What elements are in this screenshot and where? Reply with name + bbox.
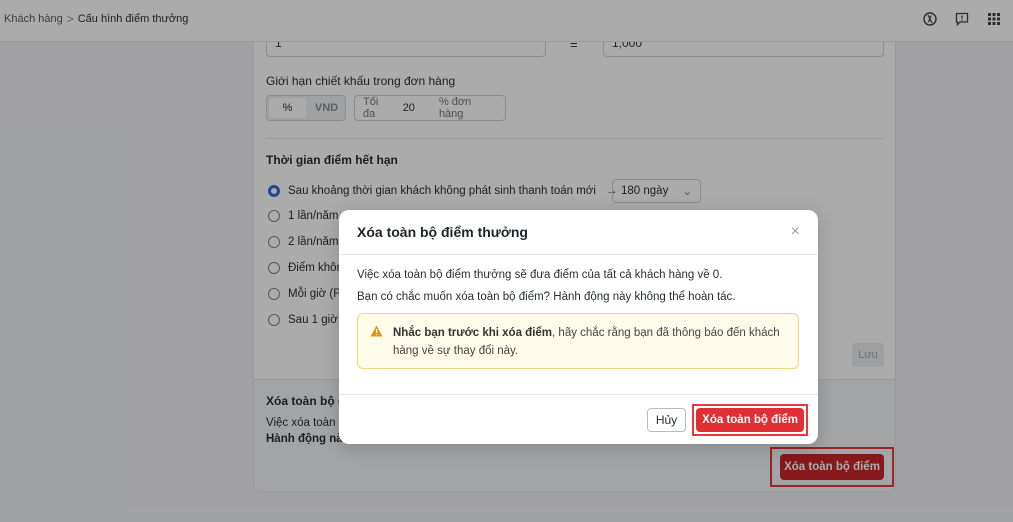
warning-bold: Nhắc bạn trước khi xóa điểm [393, 327, 553, 339]
dialog-title: Xóa toàn bộ điểm thưởng [357, 224, 528, 240]
confirm-button-highlight: Xóa toàn bộ điểm [692, 403, 808, 436]
dialog-footer: Hủy Xóa toàn bộ điểm [339, 394, 818, 444]
close-icon[interactable]: × [791, 223, 800, 241]
warning-icon [370, 324, 383, 368]
dialog-message-1: Việc xóa toàn bộ điểm thưởng sẽ đưa điểm… [357, 269, 723, 281]
confirm-delete-dialog: Xóa toàn bộ điểm thưởng × Việc xóa toàn … [339, 210, 818, 444]
dialog-message-2: Bạn có chắc muốn xóa toàn bộ điểm? Hành … [357, 291, 736, 303]
warning-text: Nhắc bạn trước khi xóa điểm, hãy chắc rằ… [393, 324, 786, 368]
dialog-body: Việc xóa toàn bộ điểm thưởng sẽ đưa điểm… [339, 255, 818, 369]
confirm-delete-button[interactable]: Xóa toàn bộ điểm [696, 407, 804, 432]
cancel-button[interactable]: Hủy [646, 407, 687, 432]
dialog-header: Xóa toàn bộ điểm thưởng × [339, 210, 818, 255]
warning-box: Nhắc bạn trước khi xóa điểm, hãy chắc rằ… [357, 313, 799, 369]
